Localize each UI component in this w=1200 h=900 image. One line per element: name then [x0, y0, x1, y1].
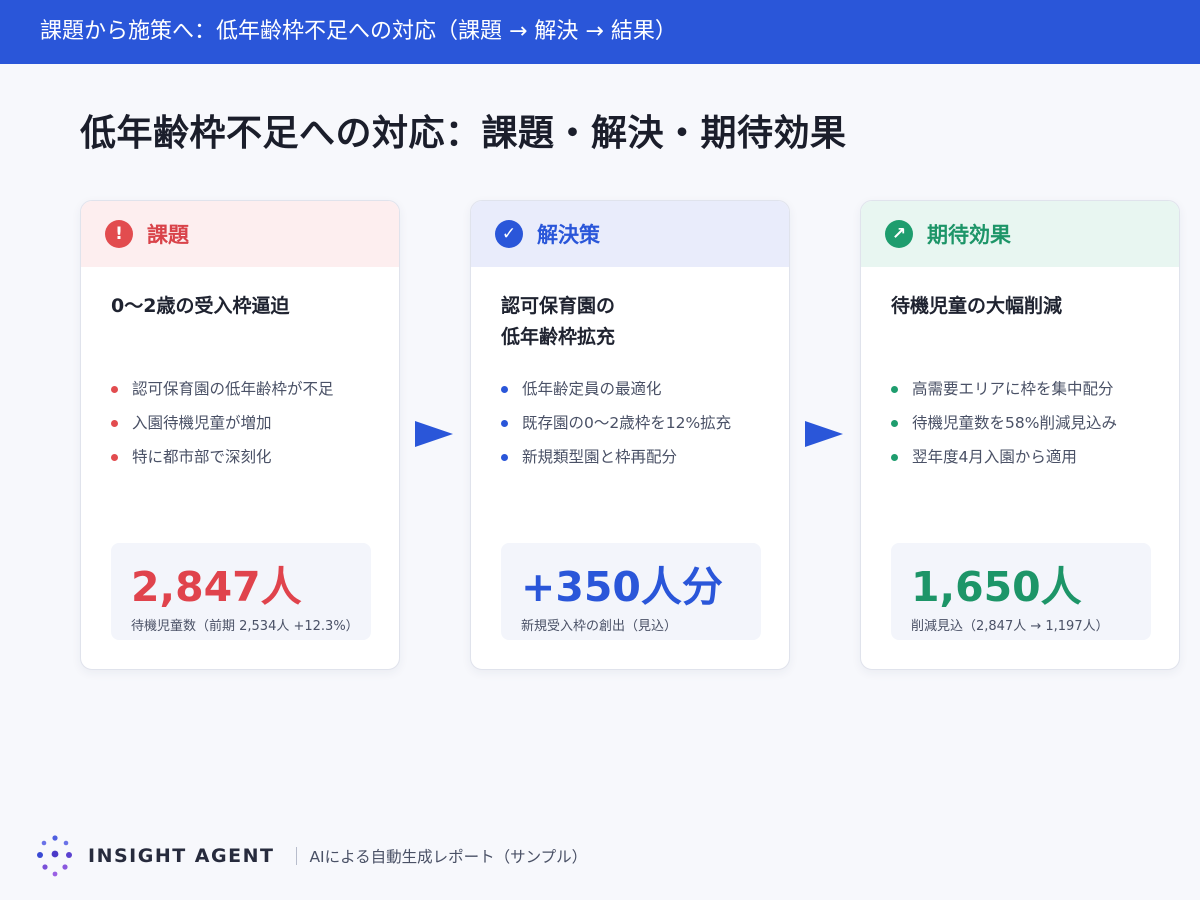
effect-card: ↗ 期待効果 待機児童の大幅削減 高需要エリアに枠を集中配分 待機児童数を58%… [860, 200, 1180, 670]
bullet-dot-icon [501, 453, 508, 461]
bullet-text: 低年齢定員の最適化 [522, 380, 662, 398]
bullet-text: 待機児童数を58%削減見込み [912, 414, 1117, 432]
bullet-dot-icon [111, 419, 118, 427]
solution-card-title: 解決策 [537, 223, 600, 247]
exclamation-icon: ! [105, 220, 133, 248]
effect-card-header: ↗ 期待効果 [861, 201, 1179, 267]
bullet-text: 翌年度4月入園から適用 [912, 448, 1077, 466]
trend-up-icon: ↗ [885, 220, 913, 248]
solution-metric-caption: 新規受入枠の創出（見込） [521, 619, 678, 634]
solution-card-subtitle: 認可保育園の 低年齢枠拡充 [501, 291, 771, 353]
list-item: 新規類型園と枠再配分 [501, 440, 786, 474]
footer-divider [296, 847, 298, 865]
check-icon: ✓ [495, 220, 523, 248]
list-item: 特に都市部で深刻化 [111, 440, 396, 474]
bullet-dot-icon [891, 453, 898, 461]
dots-logo-icon [37, 835, 72, 877]
bullet-text: 高需要エリアに枠を集中配分 [912, 380, 1114, 398]
solution-subtitle-line: 認可保育園の [501, 295, 616, 317]
effect-metric-value: 1,650人 [911, 563, 1082, 611]
header-title: 課題から施策へ：低年齢枠不足への対応（課題 → 解決 → 結果） [40, 19, 677, 44]
effect-card-subtitle: 待機児童の大幅削減 [891, 295, 1063, 317]
arrow-right-icon [415, 421, 453, 447]
footer-tagline: AIによる自動生成レポート（サンプル） [309, 848, 588, 866]
bullet-dot-icon [891, 419, 898, 427]
effect-metric-caption: 削減見込（2,847人 → 1,197人） [911, 619, 1109, 634]
solution-card: ✓ 解決策 認可保育園の 低年齢枠拡充 低年齢定員の最適化 既存園の0〜2歳枠を… [470, 200, 790, 670]
solution-metric-value: +350人分 [521, 563, 723, 611]
bullet-dot-icon [111, 453, 118, 461]
issue-bullet-list: 認可保育園の低年齢枠が不足 入園待機児童が増加 特に都市部で深刻化 [111, 372, 396, 474]
issue-card-header: ! 課題 [81, 201, 399, 267]
bullet-text: 特に都市部で深刻化 [132, 448, 272, 466]
effect-metric-box: 1,650人 削減見込（2,847人 → 1,197人） [891, 543, 1151, 640]
solution-bullet-list: 低年齢定員の最適化 既存園の0〜2歳枠を12%拡充 新規類型園と枠再配分 [501, 372, 786, 474]
list-item: 高需要エリアに枠を集中配分 [891, 372, 1176, 406]
bullet-dot-icon [111, 385, 118, 393]
issue-card-title: 課題 [147, 223, 189, 247]
header-bar: 課題から施策へ：低年齢枠不足への対応（課題 → 解決 → 結果） [0, 0, 1200, 64]
bullet-dot-icon [501, 385, 508, 393]
page-title: 低年齢枠不足への対応：課題・解決・期待効果 [80, 113, 847, 154]
list-item: 既存園の0〜2歳枠を12%拡充 [501, 406, 786, 440]
list-item: 翌年度4月入園から適用 [891, 440, 1176, 474]
list-item: 入園待機児童が増加 [111, 406, 396, 440]
issue-metric-value: 2,847人 [131, 563, 302, 611]
bullet-text: 新規類型園と枠再配分 [522, 448, 678, 466]
arrow-right-icon [805, 421, 843, 447]
issue-metric-box: 2,847人 待機児童数（前期 2,534人 +12.3%） [111, 543, 371, 640]
issue-card-subtitle: 0〜2歳の受入枠逼迫 [111, 295, 290, 317]
bullet-text: 入園待機児童が増加 [132, 414, 272, 432]
list-item: 認可保育園の低年齢枠が不足 [111, 372, 396, 406]
solution-subtitle-line: 低年齢枠拡充 [501, 326, 616, 348]
list-item: 待機児童数を58%削減見込み [891, 406, 1176, 440]
issue-metric-caption: 待機児童数（前期 2,534人 +12.3%） [131, 619, 359, 634]
bullet-dot-icon [891, 385, 898, 393]
bullet-text: 既存園の0〜2歳枠を12%拡充 [522, 414, 732, 432]
solution-card-header: ✓ 解決策 [471, 201, 789, 267]
effect-bullet-list: 高需要エリアに枠を集中配分 待機児童数を58%削減見込み 翌年度4月入園から適用 [891, 372, 1176, 474]
issue-card: ! 課題 0〜2歳の受入枠逼迫 認可保育園の低年齢枠が不足 入園待機児童が増加 … [80, 200, 400, 670]
footer: INSIGHT AGENT AIによる自動生成レポート（サンプル） [36, 834, 587, 878]
bullet-text: 認可保育園の低年齢枠が不足 [132, 380, 334, 398]
brand-name: INSIGHT AGENT [88, 845, 275, 867]
bullet-dot-icon [501, 419, 508, 427]
effect-card-title: 期待効果 [927, 223, 1011, 247]
solution-metric-box: +350人分 新規受入枠の創出（見込） [501, 543, 761, 640]
list-item: 低年齢定員の最適化 [501, 372, 786, 406]
